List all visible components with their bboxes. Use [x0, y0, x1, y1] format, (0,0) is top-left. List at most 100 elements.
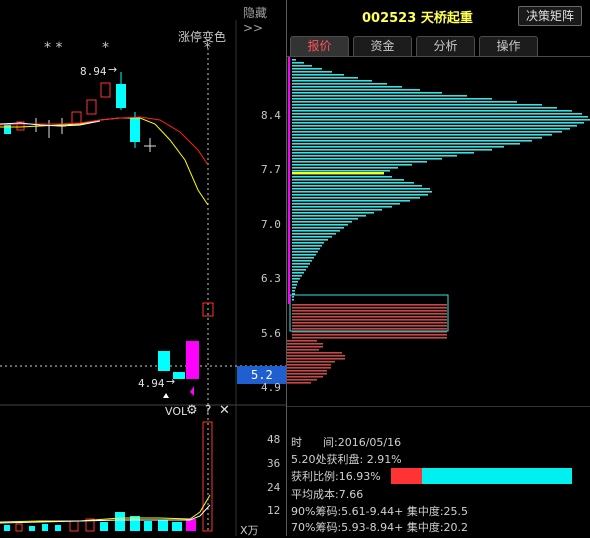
chip-bar: [292, 215, 366, 217]
chip-bar: [292, 149, 492, 151]
chip-bar: [292, 83, 387, 85]
chip-bar: [292, 140, 532, 142]
question-icon[interactable]: ?: [205, 403, 211, 417]
chip-bar-profit: [287, 340, 317, 342]
decision-matrix-button[interactable]: 决策矩阵: [518, 6, 582, 26]
tab-operation[interactable]: 操作: [479, 36, 538, 56]
candle: [186, 341, 199, 379]
tab-quote[interactable]: 报价: [290, 36, 349, 56]
chip-bar-profit: [292, 325, 447, 327]
vol-tick: 48: [267, 433, 281, 446]
chip-bar: [292, 251, 318, 253]
chip-bar-profit: [287, 346, 323, 348]
chip-bar: [292, 95, 467, 97]
chip-bar: [292, 152, 474, 154]
price-tick: 8.4: [261, 109, 281, 122]
chip-bar-profit: [292, 313, 447, 315]
candles: [4, 72, 214, 379]
chip-bar: [292, 191, 432, 193]
stock-name: 天桥起重: [420, 11, 473, 26]
chip-bar: [292, 281, 298, 283]
chip-bar: [292, 77, 358, 79]
stock-title: 002523 天桥起重: [362, 7, 473, 26]
chip-bar: [292, 254, 316, 256]
chip-bar: [292, 110, 572, 112]
chip-bar: [292, 134, 552, 136]
chip-bar: [292, 98, 492, 100]
chip-bar-profit: [292, 328, 447, 330]
kline-panel[interactable]: 隐藏>> 涨停变色 * * * * 8.94 → 4.94 →: [0, 0, 286, 537]
price-tick: 6.3: [261, 272, 281, 285]
close-icon[interactable]: ✕: [219, 403, 230, 418]
chip-bar: [292, 80, 372, 82]
chip-bar: [292, 65, 312, 67]
chip-bar-profit: [292, 337, 447, 339]
chip-bar: [292, 278, 300, 280]
vol-tick: 36: [267, 457, 281, 470]
chip-bar: [292, 107, 557, 109]
chip-bar-profit: [287, 343, 323, 345]
chip-bar: [292, 194, 428, 196]
chip-bar: [292, 164, 412, 166]
up-triangle-icon: [163, 393, 169, 398]
kline-chart[interactable]: [0, 0, 286, 536]
chip-bar: [292, 299, 294, 301]
candle: [158, 351, 170, 371]
tab-bar: 报价 资金 分析 操作: [290, 36, 542, 56]
vol-label: VOL: [165, 405, 188, 418]
chip-bar: [292, 197, 420, 199]
candle: [116, 84, 126, 108]
candle: [173, 372, 185, 379]
chip-bar: [292, 86, 402, 88]
chip-bar: [292, 263, 310, 265]
info-profit-ratio: 获利比例:16.93%: [291, 470, 381, 483]
chip-bar: [292, 200, 410, 202]
chip-bar: [292, 146, 504, 148]
chip-bar-profit: [287, 364, 331, 366]
chip-bar: [292, 203, 400, 205]
chip-bar: [292, 179, 404, 181]
tab-funds[interactable]: 资金: [353, 36, 412, 56]
chip-bar: [292, 221, 352, 223]
chip-bar: [292, 209, 382, 211]
chip-bar: [292, 89, 420, 91]
chip-bar: [292, 182, 414, 184]
profit-ratio-fill: [391, 468, 422, 484]
chip-bar: [292, 131, 562, 133]
info-time: 时 间:2016/05/16: [291, 434, 401, 450]
chip-bar-profit: [292, 322, 447, 324]
info-chip70: 70%筹码:5.93-8.94+ 集中度:20.2: [291, 521, 469, 534]
chip-bar: [292, 68, 322, 70]
price-tick: 5.6: [261, 327, 281, 340]
chip-panel: 002523 天桥起重 决策矩阵 报价 资金 分析 操作 8.4 7.7 7.0…: [261, 0, 590, 536]
ma-yellow-line: [0, 117, 209, 206]
price-tick: 7.0: [261, 218, 281, 231]
chip-distribution-chart[interactable]: [287, 57, 590, 402]
volume-bars: [4, 421, 213, 532]
vol-tick: 24: [267, 481, 281, 494]
info-chip90: 90%筹码:5.61-9.44+ 集中度:25.5: [291, 505, 469, 518]
tab-analysis[interactable]: 分析: [416, 36, 475, 56]
chip-bar: [292, 224, 348, 226]
chip-bar: [292, 233, 336, 235]
chip-bar-profit: [292, 307, 447, 309]
chip-bar: [292, 62, 304, 64]
candle: [100, 82, 111, 98]
chip-bar: [292, 113, 582, 115]
chip-bar: [292, 206, 392, 208]
chip-bar: [292, 128, 570, 130]
info-profit-at: 5.20处获利盘: 2.91%: [291, 453, 402, 466]
gear-icon[interactable]: ⚙: [186, 403, 198, 418]
chip-bar: [292, 218, 358, 220]
chip-bar: [292, 296, 294, 298]
chip-bar: [292, 101, 517, 103]
chip-bar: [292, 239, 328, 241]
chip-bar-profit: [287, 358, 345, 360]
chip-bar-profit: [287, 373, 327, 375]
chip-bar: [292, 275, 302, 277]
chip-bar: [292, 212, 374, 214]
chip-bar: [292, 170, 390, 172]
chip-bar-profit: [287, 382, 311, 384]
chip-bar: [292, 230, 340, 232]
chip-bar: [292, 284, 297, 286]
